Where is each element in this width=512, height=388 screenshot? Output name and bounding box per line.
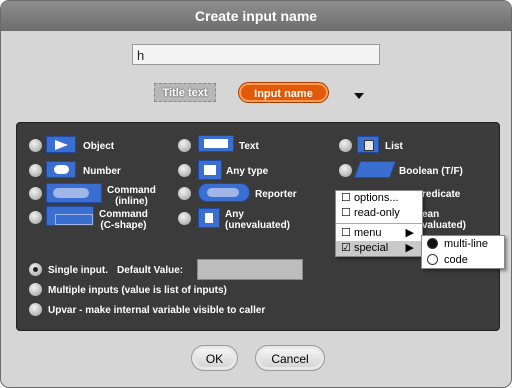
- menu-divider: [336, 223, 422, 224]
- input-context-menu: ☐ options... ☐ read-only ☐ menu ▶ ☑ speci…: [335, 190, 423, 257]
- label-any-type: Any type: [226, 166, 269, 177]
- number-type-icon: [46, 161, 76, 178]
- label-command-c: Command (C-shape): [99, 209, 148, 231]
- menu-item-read-only[interactable]: ☐ read-only: [336, 206, 422, 221]
- checkbox-icon: ☐: [341, 192, 351, 204]
- radio-upvar[interactable]: [29, 303, 42, 316]
- radio-reporter[interactable]: [178, 187, 191, 200]
- any-unevaluated-icon: [198, 208, 220, 228]
- label-text: Text: [239, 141, 259, 152]
- radio-any-unevaluated[interactable]: [178, 212, 191, 225]
- label-list: List: [385, 141, 403, 152]
- checkbox-icon: ☑: [341, 242, 351, 254]
- submenu-arrow-icon: ▶: [405, 227, 414, 239]
- reporter-type-icon: [198, 183, 250, 202]
- label-default-value: Default Value:: [117, 265, 184, 276]
- input-name-field[interactable]: h: [132, 44, 380, 65]
- list-type-icon: [357, 136, 379, 153]
- ok-button[interactable]: OK: [191, 345, 238, 371]
- radio-single-input[interactable]: [29, 263, 42, 276]
- menu-item-menu[interactable]: ☐ menu ▶: [336, 226, 422, 241]
- label-object: Object: [83, 141, 115, 152]
- text-type-icon: [198, 135, 234, 152]
- radio-empty-icon: [427, 254, 438, 265]
- cancel-button[interactable]: Cancel: [255, 345, 325, 371]
- checkbox-icon: ☐: [341, 207, 351, 219]
- title-text-chip[interactable]: Title text: [154, 83, 216, 102]
- radio-filled-icon: [427, 238, 438, 249]
- label-multiple-inputs: Multiple inputs (value is list of inputs…: [48, 285, 227, 296]
- radio-text[interactable]: [178, 139, 191, 152]
- label-predicate: redicate: [422, 189, 461, 200]
- chevron-down-icon[interactable]: [354, 93, 364, 99]
- input-name-chip[interactable]: Input name: [239, 83, 328, 102]
- radio-list[interactable]: [339, 139, 352, 152]
- radio-object[interactable]: [29, 139, 42, 152]
- label-command-inline: Command (inline): [107, 185, 156, 207]
- dialog-title: Create input name: [1, 1, 511, 31]
- radio-multiple-inputs[interactable]: [29, 283, 42, 296]
- boolean-type-icon: [353, 161, 397, 178]
- label-boolean-unevaluated: ean valuated): [422, 209, 466, 231]
- menu-item-options[interactable]: ☐ options...: [336, 191, 422, 206]
- label-boolean: Boolean (T/F): [399, 166, 463, 177]
- command-c-icon: [46, 206, 94, 226]
- radio-boolean[interactable]: [339, 164, 352, 177]
- label-number: Number: [83, 166, 121, 177]
- create-input-dialog: Create input name h Title text Input nam…: [0, 0, 512, 388]
- command-inline-icon: [46, 183, 102, 203]
- label-any-unevaluated: Any (unevaluated): [225, 209, 291, 231]
- object-type-icon: [46, 136, 76, 153]
- label-single-input: Single input.: [48, 265, 108, 276]
- submenu-item-code[interactable]: code: [422, 252, 504, 268]
- submenu-item-multi-line[interactable]: multi-line: [422, 236, 504, 252]
- label-upvar: Upvar - make internal variable visible t…: [48, 305, 266, 316]
- radio-any-type[interactable]: [178, 164, 191, 177]
- default-value-input[interactable]: [197, 259, 303, 280]
- radio-command-inline[interactable]: [29, 187, 42, 200]
- submenu-arrow-icon: ▶: [405, 242, 414, 254]
- any-type-icon: [198, 160, 222, 180]
- radio-number[interactable]: [29, 164, 42, 177]
- checkbox-icon: ☐: [341, 227, 351, 239]
- label-reporter: Reporter: [255, 189, 297, 200]
- menu-item-special[interactable]: ☑ special ▶: [336, 241, 422, 256]
- radio-command-c[interactable]: [29, 211, 42, 224]
- special-submenu: multi-line code: [421, 235, 505, 269]
